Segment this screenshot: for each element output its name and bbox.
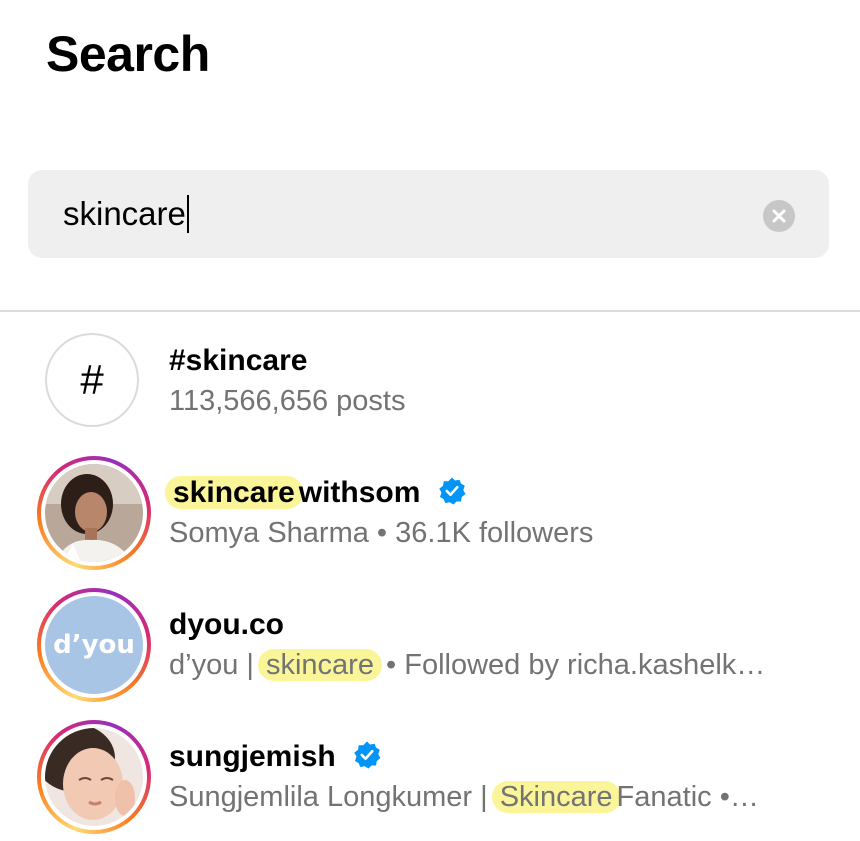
avatar-logo-text: d’you [53,630,135,660]
story-ring [37,456,151,570]
text-caret [186,195,189,233]
search-query[interactable]: skincare [63,195,186,232]
hashtag-icon: # [45,333,139,427]
result-subtitle: d’you | skincare • Followed by richa.kas… [169,649,766,681]
verified-badge-icon [439,477,466,505]
search-result-account[interactable]: skincare withsom Somya Sharma • 36.1K fol… [0,450,860,570]
avatar [45,464,143,562]
story-ring [37,720,151,834]
avatar: d’you [45,596,143,694]
verified-badge-icon [354,741,381,769]
page-title: Search [46,26,210,82]
search-result-account[interactable]: d’you dyou.co d’you | skincare • Followe… [0,582,860,702]
search-match-highlight: Skincare [491,781,621,813]
result-username: sungjemish [169,740,382,774]
divider [0,310,860,312]
clear-search-button[interactable] [763,200,795,232]
result-username: skincare withsom [165,476,467,510]
result-subtitle: 113,566,656 posts [169,385,406,417]
avatar [45,728,143,826]
result-subtitle: Somya Sharma • 36.1K followers [169,517,594,549]
result-subtitle: Sungjemlila Longkumer | Skincare Fanatic … [169,781,759,813]
story-ring: d’you [37,588,151,702]
result-username: dyou.co [169,608,285,641]
search-result-hashtag[interactable]: # #skincare 113,566,656 posts [0,318,860,436]
search-match-highlight: skincare [165,476,303,509]
search-result-account[interactable]: sungjemish Sungjemlila Longkumer | Skinc… [0,714,860,834]
close-icon [772,209,786,223]
search-input[interactable]: skincare [28,170,829,258]
search-match-highlight: skincare [257,649,382,681]
result-title: #skincare [169,344,308,377]
